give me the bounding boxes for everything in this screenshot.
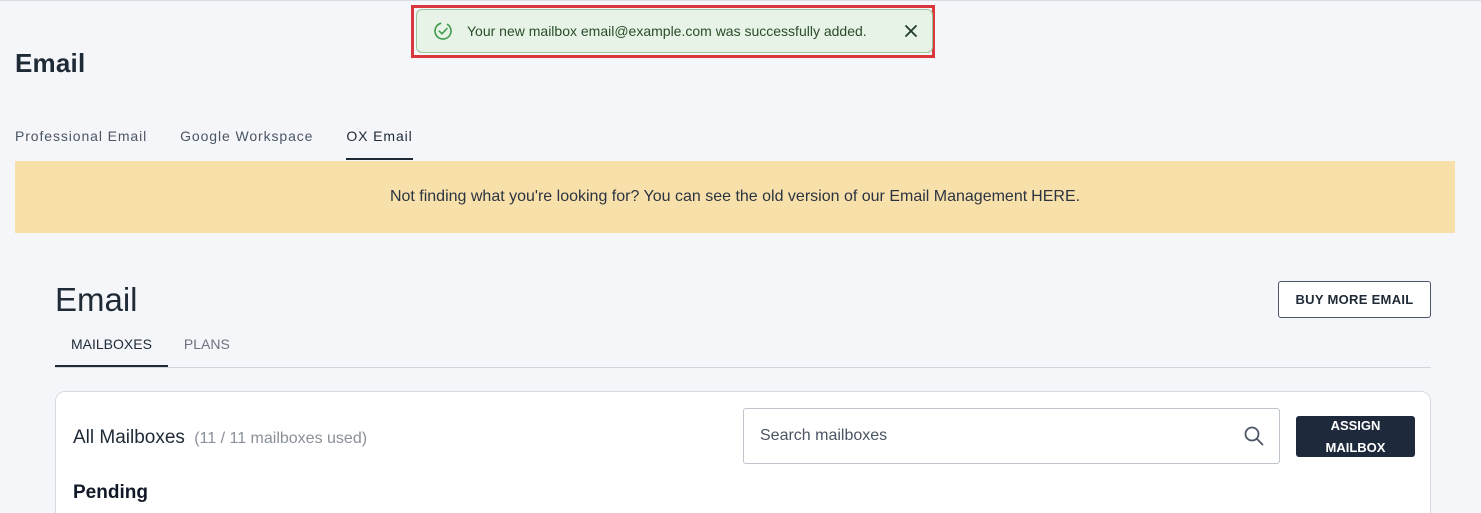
section-title: Email [55,281,138,318]
search-input[interactable] [758,426,1243,446]
page-title: Email [15,48,86,78]
success-toast: Your new mailbox email@example.com was s… [416,9,933,53]
banner-text: Not finding what you're looking for? You… [389,188,1028,205]
tab-ox-email[interactable]: OX Email [346,124,413,160]
close-icon[interactable] [902,22,920,40]
search-icon[interactable] [1243,425,1265,447]
check-circle-icon [434,22,452,40]
tab-google-workspace[interactable]: Google Workspace [180,124,313,155]
card-title-label: All Mailboxes [73,427,185,448]
top-tabs: Professional Email Google Workspace OX E… [15,124,446,160]
top-divider [0,0,1481,1]
mailbox-usage-count: (11 / 11 mailboxes used) [194,430,368,447]
assign-mailbox-button[interactable]: ASSIGN MAILBOX [1296,416,1415,457]
tab-mailboxes[interactable]: MAILBOXES [55,332,168,367]
buy-more-email-button[interactable]: BUY MORE EMAIL [1278,281,1431,318]
tab-plans[interactable]: PLANS [168,332,246,367]
tab-professional-email[interactable]: Professional Email [15,124,147,155]
pending-heading: Pending [73,482,148,503]
mailboxes-card: All Mailboxes (11 / 11 mailboxes used) A… [55,391,1431,513]
section-tabs: MAILBOXES PLANS [55,332,1431,368]
old-version-banner: Not finding what you're looking for? You… [15,161,1455,233]
banner-here-link[interactable]: HERE. [1031,188,1080,206]
search-box [743,408,1280,464]
card-title: All Mailboxes (11 / 11 mailboxes used) [73,427,367,449]
toast-message: Your new mailbox email@example.com was s… [467,23,867,39]
